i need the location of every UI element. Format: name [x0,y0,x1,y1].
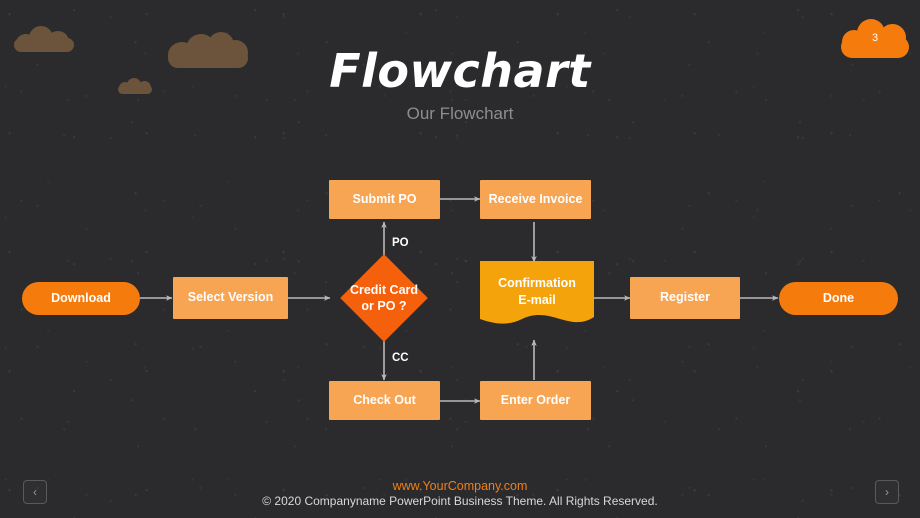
node-done[interactable]: Done [779,282,898,315]
node-download[interactable]: Download [22,282,140,315]
node-receive-invoice[interactable]: Receive Invoice [480,180,591,219]
node-submit-po-label: Submit PO [352,191,417,206]
edge-label-po: PO [392,237,409,249]
node-enter-order-label: Enter Order [500,392,571,407]
slide-canvas: 3 Flowchart Our Flowchart PO CC Download… [0,0,920,518]
previous-slide-button[interactable]: ‹ [23,480,47,504]
node-download-label: Download [51,290,111,305]
node-done-label: Done [822,290,855,305]
chevron-left-icon: ‹ [33,485,37,499]
node-confirmation-label-line2: E-mail [518,292,556,307]
node-select-version[interactable]: Select Version [173,277,288,319]
flowchart-connectors [140,196,779,404]
node-register-label: Register [659,290,711,305]
node-enter-order[interactable]: Enter Order [480,381,591,420]
node-register[interactable]: Register [630,277,740,319]
node-decision-label-line1: Credit Card [349,282,419,297]
node-select-version-label: Select Version [187,290,274,305]
node-decision-credit-card-or-po[interactable]: Credit Card or PO ? [334,254,434,342]
next-slide-button[interactable]: › [875,480,899,504]
node-receive-invoice-label: Receive Invoice [488,191,583,206]
node-confirmation-email[interactable]: Confirmation E-mail [480,261,594,331]
node-confirmation-label-line1: Confirmation [498,276,576,290]
footer-website-link[interactable]: www.YourCompany.com [0,479,920,493]
node-submit-po[interactable]: Submit PO [329,180,440,219]
node-decision-label-line2: or PO ? [361,299,407,313]
chevron-right-icon: › [885,485,889,499]
node-check-out[interactable]: Check Out [329,381,440,420]
edge-label-cc: CC [392,352,409,364]
node-check-out-label: Check Out [353,392,416,407]
footer-copyright: © 2020 Companyname PowerPoint Business T… [262,494,658,508]
